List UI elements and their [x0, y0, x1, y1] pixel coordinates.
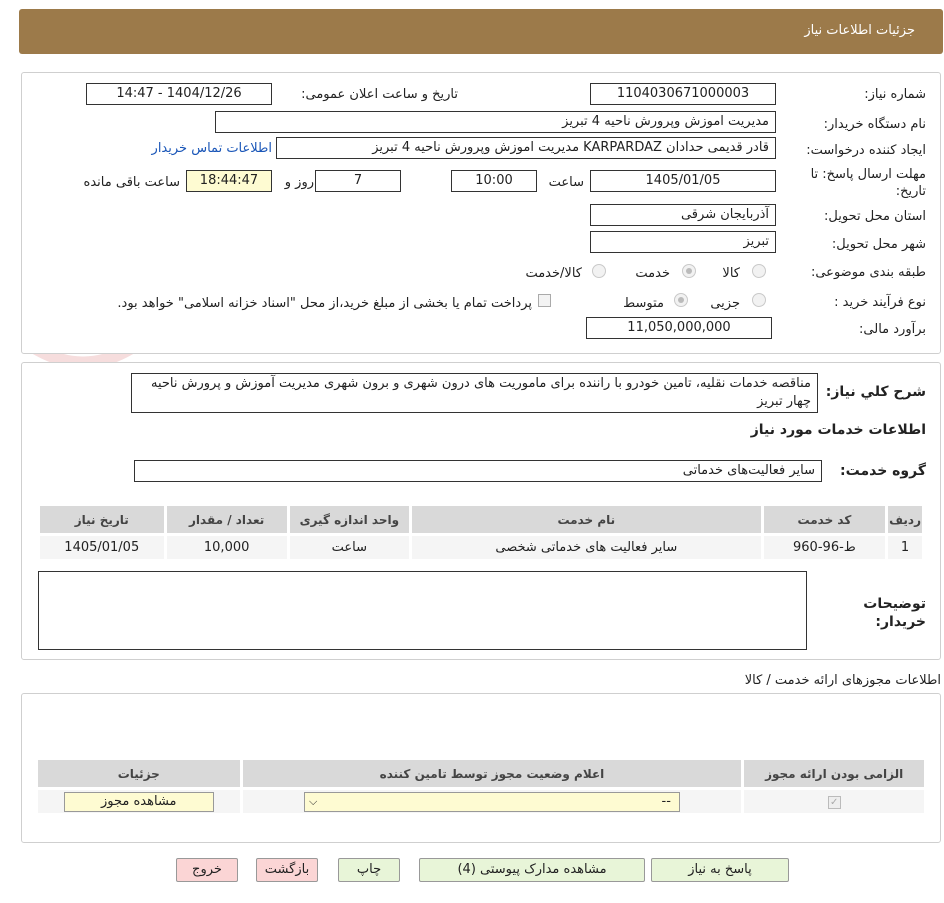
province-label: استان محل تحویل:	[824, 209, 926, 224]
check-icon: ✓	[827, 796, 841, 809]
cell-qty: 10,000	[163, 533, 290, 562]
permit-status-cell: -- ⌵	[239, 787, 745, 816]
col-permit-details: جزئیات	[35, 757, 243, 790]
days-field: 7	[315, 170, 401, 192]
deadline-date-field: 1405/01/05	[590, 170, 776, 192]
services-table: ردیف کد خدمت نام خدمت واحد اندازه گیری ت…	[37, 503, 925, 562]
payment-checkbox[interactable]	[538, 294, 551, 307]
days-label: روز و	[284, 175, 314, 190]
col-row: ردیف	[885, 503, 925, 536]
table-row: 1 ط-96-960 سایر فعالیت های خدماتی شخصی س…	[37, 533, 925, 562]
buyer-contact-link[interactable]: اطلاعات تماس خریدار	[152, 141, 272, 156]
creator-label: ایجاد کننده درخواست:	[806, 143, 926, 158]
deadline-label: مهلت ارسال پاسخ: تا تاریخ:	[810, 167, 926, 199]
province-field: آذربایجان شرقی	[590, 204, 776, 226]
announce-label: تاریخ و ساعت اعلان عمومی:	[301, 87, 458, 102]
permit-required-cell: ✓	[741, 787, 927, 816]
permits-title: اطلاعات مجوزهای ارائه خدمت / کالا	[744, 673, 941, 688]
need-number-label: شماره نیاز:	[864, 87, 926, 102]
attachments-button[interactable]: مشاهده مدارک پیوستی (4)	[419, 858, 645, 882]
buyer-notes-label: توضيحات خريدار:	[863, 596, 926, 630]
category-service-label: خدمت	[635, 266, 670, 281]
payment-note: پرداخت تمام یا بخشی از مبلغ خرید،از محل …	[117, 296, 532, 311]
cell-unit: ساعت	[286, 533, 412, 562]
process-medium-radio[interactable]	[674, 293, 688, 307]
budget-label: برآورد مالی:	[859, 322, 926, 337]
category-both-radio[interactable]	[592, 264, 606, 278]
col-unit: واحد اندازه گیری	[286, 503, 412, 536]
category-both-label: کالا/خدمت	[525, 266, 582, 281]
exit-button[interactable]: خروج	[176, 858, 238, 882]
category-goods-radio[interactable]	[752, 264, 766, 278]
announce-field: 1404/12/26 - 14:47	[86, 83, 272, 105]
services-title: اطلاعات خدمات مورد نياز	[750, 422, 926, 438]
buyer-org-field: مدیریت اموزش وپرورش ناحیه 4 تبریز	[215, 111, 776, 133]
table-row: ✓ -- ⌵ مشاهده مجوز	[35, 787, 927, 816]
process-label: نوع فرآیند خرید :	[834, 295, 926, 310]
permit-status-value: --	[661, 793, 671, 809]
view-permit-button[interactable]: مشاهده مجوز	[63, 791, 214, 812]
col-date: تاریخ نیاز	[37, 503, 167, 536]
col-code: کد خدمت	[760, 503, 889, 536]
city-label: شهر محل تحویل:	[831, 237, 926, 252]
chevron-down-icon: ⌵	[308, 794, 318, 808]
creator-field: قادر قدیمی حدادان KARPARDAZ مدیریت اموزش…	[276, 137, 776, 159]
deadline-time-label: ساعت	[548, 175, 584, 190]
process-minor-label: جزیی	[710, 296, 740, 311]
city-field: تبریز	[590, 231, 776, 253]
col-permit-required: الزامی بودن ارائه مجوز	[741, 757, 927, 790]
category-service-radio[interactable]	[682, 264, 696, 278]
deadline-time-field: 10:00	[451, 170, 537, 192]
budget-field: 11,050,000,000	[586, 317, 772, 339]
page-title: جزئیات اطلاعات نیاز	[804, 23, 915, 38]
category-goods-label: کالا	[722, 266, 740, 281]
remaining-time-field: 18:44:47	[186, 170, 272, 192]
reply-button[interactable]: پاسخ به نیاز	[651, 858, 789, 882]
remaining-label: ساعت باقی مانده	[83, 175, 180, 190]
col-permit-status: اعلام وضعیت مجوز توسط تامین کننده	[239, 757, 745, 790]
permit-status-select[interactable]: -- ⌵	[303, 791, 680, 812]
cell-name: سایر فعالیت های خدماتی شخصی	[408, 533, 764, 562]
service-group-label: گروه خدمت:	[840, 463, 926, 479]
service-group-field: سایر فعالیت‌های خدماتی	[134, 460, 822, 482]
col-name: نام خدمت	[408, 503, 764, 536]
description-field: مناقصه خدمات نقلیه، تامین خودرو با رانند…	[131, 373, 818, 413]
process-minor-radio[interactable]	[752, 293, 766, 307]
description-label: شرح کلي نياز:	[825, 384, 926, 400]
buyer-notes-field[interactable]	[38, 571, 807, 650]
need-number-field: 1104030671000003	[590, 83, 776, 105]
process-medium-label: متوسط	[623, 296, 664, 311]
cell-row: 1	[885, 533, 925, 562]
back-button[interactable]: بازگشت	[256, 858, 318, 882]
buyer-org-label: نام دستگاه خریدار:	[823, 117, 926, 132]
permit-details-cell: مشاهده مجوز	[35, 787, 243, 816]
page-header: جزئیات اطلاعات نیاز	[19, 9, 943, 54]
cell-date: 1405/01/05	[37, 533, 167, 562]
col-qty: تعداد / مقدار	[163, 503, 290, 536]
cell-code: ط-96-960	[760, 533, 889, 562]
print-button[interactable]: چاپ	[338, 858, 400, 882]
category-label: طبقه بندی موضوعی:	[810, 265, 926, 280]
permits-table: الزامی بودن ارائه مجوز اعلام وضعیت مجوز …	[35, 757, 927, 816]
